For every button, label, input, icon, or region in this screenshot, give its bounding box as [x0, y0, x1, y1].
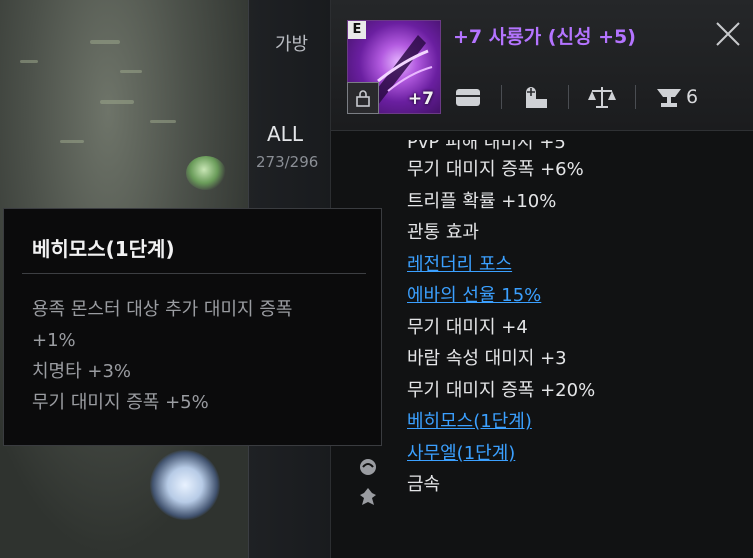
terrain-mark [90, 40, 120, 44]
divider [501, 85, 502, 109]
tooltip-title: 베히모스(1단계) [32, 237, 175, 261]
stat-line: 관통 효과 [407, 222, 479, 243]
close-icon[interactable] [714, 20, 742, 48]
item-action-bar: 6 [453, 82, 743, 112]
terrain-mark [100, 100, 134, 104]
chest-icon[interactable] [453, 84, 483, 110]
tooltip-divider [22, 273, 366, 274]
skill-link-eva-melody[interactable]: 에바의 선율 15% [407, 280, 737, 312]
stat-line: 바람 속성 대미지 +3 [407, 348, 567, 369]
magic-orb-effect [150, 450, 220, 520]
anvil-icon[interactable] [654, 84, 684, 110]
metal-material-icon [360, 488, 376, 505]
lock-icon[interactable] [347, 82, 379, 114]
storage-icon[interactable] [520, 84, 550, 110]
tooltip-line: 용족 몬스터 대상 추가 대미지 증폭 [32, 299, 293, 320]
tooltip-line: +1% [32, 330, 76, 351]
scale-icon[interactable] [587, 84, 617, 110]
clipped-stat-line: PvP 피해 대미지 +5 [407, 140, 566, 153]
enhance-level: +7 [407, 89, 434, 109]
divider [568, 85, 569, 109]
stat-line: 무기 대미지 +4 [407, 316, 528, 338]
divider [635, 85, 636, 109]
tooltip-line: 치명타 +3% [32, 361, 132, 382]
anvil-count: 6 [686, 86, 699, 108]
hover-tooltip: 베히모스(1단계) 용족 몬스터 대상 추가 대미지 증폭 +1% 치명타 +3… [3, 208, 382, 446]
item-stat-list: PvP 피해 대미지 +5 무기 대미지 증폭 +6% 트리플 확률 +10% … [407, 140, 737, 501]
tooltip-body: 용족 몬스터 대상 추가 대미지 증폭 +1% 치명타 +3% 무기 대미지 증… [32, 294, 362, 418]
material-line: 금속 [407, 474, 441, 495]
filter-all-tab[interactable]: ALL [267, 122, 303, 146]
skill-link-behemoth[interactable]: 베히모스(1단계) [407, 406, 737, 438]
tooltip-line: 무기 대미지 증폭 +5% [32, 392, 209, 413]
item-header: E +7 +7 사룡가 (신성 +5) 6 [331, 0, 753, 131]
terrain-mark [20, 60, 38, 63]
inventory-tab-bag[interactable]: 가방 [275, 30, 308, 56]
terrain-mark [60, 140, 84, 143]
skill-link-samuel[interactable]: 사무엘(1단계) [407, 438, 737, 470]
stat-line: 무기 대미지 증폭 +6% [407, 159, 584, 180]
item-title: +7 사룡가 (신성 +5) [453, 26, 636, 48]
grade-badge: E [348, 21, 366, 39]
terrain-mark [120, 70, 142, 73]
item-thumbnail: E +7 [347, 20, 441, 114]
dragon-icon [360, 459, 376, 475]
terrain-mark [150, 120, 176, 123]
skill-link-legendary-force[interactable]: 레전더리 포스 [407, 249, 737, 281]
item-detail-panel: E +7 +7 사룡가 (신성 +5) 6 PvP 피해 대미지 +5 무기 대… [330, 0, 753, 558]
stat-line: 트리플 확률 +10% [407, 190, 557, 212]
monster-sprite[interactable] [186, 156, 226, 190]
slot-count: 273/296 [256, 153, 319, 171]
stat-line: 무기 대미지 증폭 +20% [407, 379, 596, 401]
